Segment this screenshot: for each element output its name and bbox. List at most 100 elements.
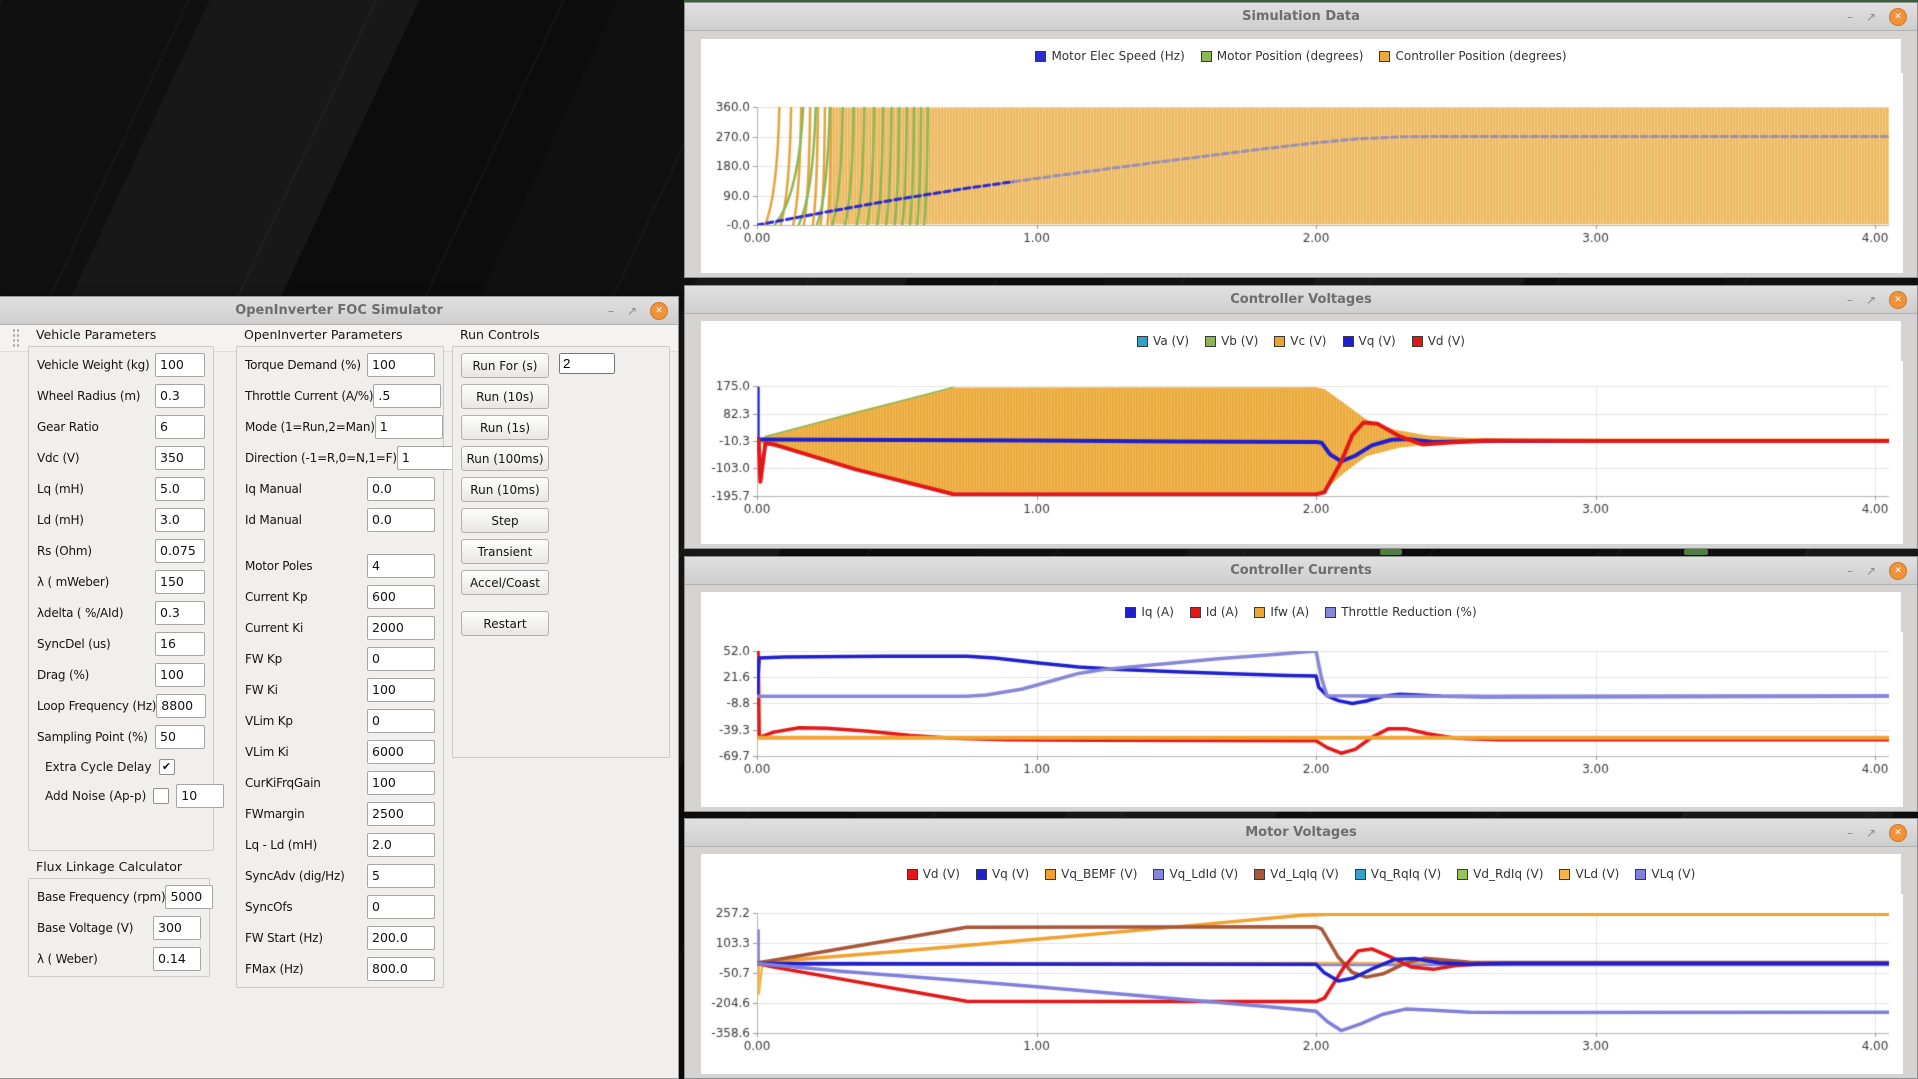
param-row: FWmargin <box>245 798 435 829</box>
drag-input[interactable] <box>155 662 205 687</box>
run-10ms-button[interactable]: Run (10ms) <box>461 477 549 502</box>
legend-swatch-icon <box>1274 335 1286 347</box>
ld-mh-input[interactable] <box>155 507 205 532</box>
legend-item-iq-a: Iq (A) <box>1125 605 1174 619</box>
restore-icon[interactable]: ↗ <box>1866 565 1876 577</box>
sampling-point-input[interactable] <box>155 724 205 749</box>
legend-swatch-icon <box>1559 868 1571 880</box>
restart-button[interactable]: Restart <box>461 611 549 636</box>
legend-item-vld-v: VLd (V) <box>1559 867 1619 881</box>
chart-legend: Motor Elec Speed (Hz) Motor Position (deg… <box>701 39 1901 73</box>
close-icon[interactable]: ✕ <box>1889 823 1907 842</box>
transient-button[interactable]: Transient <box>461 539 549 564</box>
legend-swatch-icon <box>1205 335 1217 347</box>
param-row: Gear Ratio <box>37 411 205 442</box>
vdc-v-input[interactable] <box>155 445 205 470</box>
toolbar-gripper-icon[interactable] <box>12 328 20 348</box>
accel-coast-button[interactable]: Accel/Coast <box>461 570 549 595</box>
vehicle-weight-kg-input[interactable] <box>155 352 205 377</box>
current-ki-input[interactable] <box>367 615 435 640</box>
id-manual-input[interactable] <box>367 507 435 532</box>
delta-aid-input[interactable] <box>155 600 205 625</box>
param-row: Ld (mH) <box>37 504 205 535</box>
throttle-current-a-input[interactable] <box>373 383 442 408</box>
param-row: Mode (1=Run,2=Man) <box>245 411 443 442</box>
legend-label: VLd (V) <box>1575 867 1620 881</box>
loop-frequency-hz-input[interactable] <box>156 693 207 718</box>
minimize-icon[interactable]: – <box>1847 11 1853 23</box>
mode-1-run-2-man-input[interactable] <box>374 414 443 439</box>
restore-icon[interactable]: ↗ <box>1866 827 1876 839</box>
controller-currents-titlebar[interactable]: Controller Currents – ↗ ✕ <box>685 557 1917 585</box>
controller-voltages-chart <box>701 361 1903 544</box>
syncofs-input[interactable] <box>367 894 435 919</box>
legend-swatch-icon <box>1254 868 1266 880</box>
close-icon[interactable]: ✕ <box>650 301 668 320</box>
checkbox-row: Extra Cycle Delay ✔ <box>45 752 205 781</box>
legend-item-id-a: Id (A) <box>1189 605 1238 619</box>
restore-icon[interactable]: ↗ <box>1866 11 1876 23</box>
close-icon[interactable]: ✕ <box>1889 290 1907 309</box>
vlim-ki-input[interactable] <box>367 739 435 764</box>
fw-kp-input[interactable] <box>367 646 435 671</box>
motor-voltages-titlebar[interactable]: Motor Voltages – ↗ ✕ <box>685 819 1917 847</box>
simulator-titlebar[interactable]: OpenInverter FOC Simulator – ↗ ✕ <box>0 297 678 325</box>
direction-1-r-0-n-1-f-label: Direction (-1=R,0=N,1=F) <box>245 450 397 465</box>
chart-panel: Vd (V) Vq (V) Vq_BEMF (V) Vq_LdId (V) Vd_LqI… <box>701 854 1903 1074</box>
fw-ki-input[interactable] <box>367 677 435 702</box>
weber-input[interactable] <box>153 946 201 971</box>
run-1s-button[interactable]: Run (1s) <box>461 415 549 440</box>
run-100ms-button[interactable]: Run (100ms) <box>461 446 549 471</box>
minimize-icon[interactable]: – <box>1847 827 1853 839</box>
close-icon[interactable]: ✕ <box>1889 561 1907 580</box>
base-frequency-rpm-input[interactable] <box>165 884 214 909</box>
wheel-radius-m-input[interactable] <box>155 383 205 408</box>
minimize-icon[interactable]: – <box>608 305 614 317</box>
extra-cycle-delay-checkbox[interactable]: ✔ <box>158 758 175 775</box>
legend-label: Vq_LdId (V) <box>1169 867 1239 881</box>
window-controls: – ↗ ✕ <box>1847 819 1907 846</box>
motor-poles-input[interactable] <box>367 553 435 578</box>
vehicle-weight-kg-label: Vehicle Weight (kg) <box>37 357 150 372</box>
rs-ohm-input[interactable] <box>155 538 205 563</box>
lq-mh-input[interactable] <box>155 476 205 501</box>
fw-start-hz-input[interactable] <box>367 925 435 950</box>
legend-item-vq-ldid-v: Vq_LdId (V) <box>1153 867 1238 881</box>
run-for-s-button[interactable]: Run For (s) <box>461 353 549 378</box>
base-voltage-v-input[interactable] <box>153 915 201 940</box>
current-kp-input[interactable] <box>367 584 435 609</box>
legend-label: Motor Position (degrees) <box>1216 49 1364 63</box>
param-row: Vdc (V) <box>37 442 205 473</box>
syncdel-us-input[interactable] <box>155 631 205 656</box>
curkifrqgain-input[interactable] <box>367 770 435 795</box>
param-row: Iq Manual <box>245 473 435 504</box>
restore-icon[interactable]: ↗ <box>627 305 637 317</box>
param-row: Wheel Radius (m) <box>37 380 205 411</box>
step-button[interactable]: Step <box>461 508 549 533</box>
minimize-icon[interactable]: – <box>1847 294 1853 306</box>
add-noise-ap-p-checkbox[interactable] <box>153 787 170 804</box>
syncdel-us-label: SyncDel (us) <box>37 636 111 651</box>
add-noise-ap-p-label: Add Noise (Ap-p) <box>45 788 147 803</box>
minimize-icon[interactable]: – <box>1847 565 1853 577</box>
syncadv-dig-hz-input[interactable] <box>367 863 435 888</box>
legend-label: Vq_BEMF (V) <box>1061 867 1138 881</box>
restore-icon[interactable]: ↗ <box>1866 294 1876 306</box>
gear-ratio-input[interactable] <box>155 414 205 439</box>
iq-manual-input[interactable] <box>367 476 435 501</box>
gear-ratio-label: Gear Ratio <box>37 419 99 434</box>
run-10s-button[interactable]: Run (10s) <box>461 384 549 409</box>
flux-linkage-group: Flux Linkage Calculator Base Frequency (… <box>28 859 214 977</box>
close-icon[interactable]: ✕ <box>1889 7 1907 26</box>
mweber-input[interactable] <box>155 569 205 594</box>
simulation-data-titlebar[interactable]: Simulation Data – ↗ ✕ <box>685 3 1917 31</box>
vlim-kp-input[interactable] <box>367 708 435 733</box>
lq-ld-mh-input[interactable] <box>367 832 435 857</box>
fmax-hz-input[interactable] <box>367 956 435 981</box>
add-noise-ap-p-input[interactable] <box>176 783 225 808</box>
checkbox-row: Add Noise (Ap-p) <box>45 781 225 810</box>
fwmargin-input[interactable] <box>367 801 435 826</box>
run-for-seconds-input[interactable] <box>559 353 615 374</box>
controller-voltages-titlebar[interactable]: Controller Voltages – ↗ ✕ <box>685 286 1917 314</box>
torque-demand-input[interactable] <box>367 352 435 377</box>
